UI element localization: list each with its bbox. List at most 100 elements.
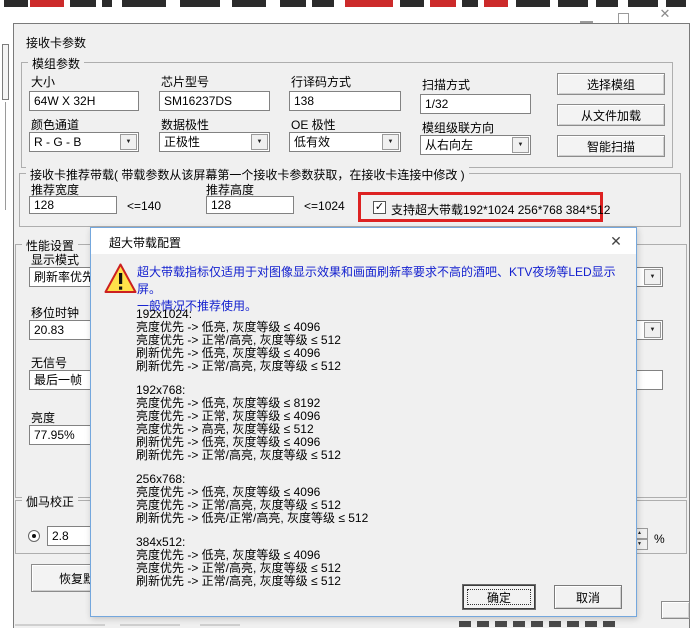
cancel-button[interactable]: 取消 bbox=[554, 585, 622, 609]
recommended-width-limit: <=140 bbox=[127, 199, 161, 213]
shift-clock-value: 20.83 bbox=[34, 323, 64, 337]
menu-fragment-red bbox=[484, 0, 508, 7]
clipped-toolbar-icon bbox=[495, 621, 507, 627]
clipped-bottom-line bbox=[15, 624, 105, 626]
field-label-data-polarity: 数据极性 bbox=[161, 116, 209, 133]
shift-clock-label: 移位时钟 bbox=[31, 304, 79, 321]
field-label-row-decode: 行译码方式 bbox=[291, 73, 351, 90]
clipped-toolbar-icon bbox=[531, 621, 543, 627]
page-title: 接收卡参数 bbox=[26, 34, 86, 51]
clipped-toolbar-icon bbox=[513, 621, 525, 627]
brightness-label: 亮度 bbox=[31, 409, 55, 426]
overload-config-dialog: 超大带载配置 ✕ 超大带载指标仅适用于对图像显示效果和画面刷新率要求不高的酒吧、… bbox=[90, 227, 637, 617]
spec-line: 刷新优先 -> 低亮/正常/高亮, 灰度等级 ≤ 512 bbox=[136, 512, 368, 525]
dropdown-arrow-icon[interactable]: ▼ bbox=[120, 134, 137, 150]
size-input[interactable]: 64W X 32H bbox=[29, 91, 139, 111]
field-label-oe-polarity: OE 极性 bbox=[291, 116, 336, 133]
data-polarity-value: 正极性 bbox=[164, 135, 200, 149]
menu-fragment bbox=[516, 0, 550, 7]
module-params-title: 模组参数 bbox=[28, 55, 84, 72]
spec-line: 刷新优先 -> 正常/高亮, 灰度等级 ≤ 512 bbox=[136, 449, 368, 462]
recommended-height-limit: <=1024 bbox=[304, 199, 345, 213]
oe-polarity-select[interactable]: 低有效 ▼ bbox=[289, 132, 401, 152]
clipped-toolbar-icon bbox=[567, 621, 579, 627]
menu-fragment bbox=[180, 0, 220, 7]
spec-line: 刷新优先 -> 正常/高亮, 灰度等级 ≤ 512 bbox=[136, 575, 368, 588]
gamma-radio[interactable] bbox=[28, 530, 40, 542]
menu-fragment-red bbox=[30, 0, 64, 7]
clipped-toolbar-icon bbox=[603, 621, 615, 627]
overload-checkbox[interactable]: ✓ bbox=[373, 201, 386, 214]
overload-spec-list: 192x1024: 亮度优先 -> 低亮, 灰度等级 ≤ 4096 亮度优先 -… bbox=[136, 308, 368, 599]
clipped-toolbar-icon bbox=[549, 621, 561, 627]
parent-titlebar: ✕ bbox=[0, 7, 692, 23]
overload-checkbox-label[interactable]: 支持超大带载192*1024 256*768 384*512 bbox=[391, 201, 610, 218]
clipped-toolbar-icon bbox=[459, 621, 471, 627]
gamma-value-input[interactable]: 2.8 bbox=[47, 526, 93, 546]
clipped-toolbar-icon bbox=[585, 621, 597, 627]
oe-polarity-value: 低有效 bbox=[294, 135, 330, 149]
menu-fragment bbox=[280, 0, 306, 7]
clipped-toolbar-icon bbox=[477, 621, 489, 627]
field-label-color-channel: 颜色通道 bbox=[31, 116, 79, 133]
field-label-chip: 芯片型号 bbox=[161, 73, 209, 90]
field-label-cascade-direction: 模组级联方向 bbox=[422, 119, 494, 136]
menu-fragment bbox=[70, 0, 96, 7]
spec-section-192x768: 192x768: 亮度优先 -> 低亮, 灰度等级 ≤ 8192 亮度优先 ->… bbox=[136, 384, 368, 462]
dropdown-arrow-icon[interactable]: ▼ bbox=[644, 322, 661, 338]
spec-line: 刷新优先 -> 正常/高亮, 灰度等级 ≤ 512 bbox=[136, 360, 368, 373]
cascade-direction-value: 从右向左 bbox=[425, 138, 473, 152]
menu-fragment bbox=[122, 0, 166, 7]
clipped-left-tab bbox=[2, 44, 9, 100]
row-decode-input[interactable]: 138 bbox=[289, 91, 401, 111]
data-polarity-select[interactable]: 正极性 ▼ bbox=[159, 132, 270, 152]
menu-fragment-red bbox=[345, 0, 393, 7]
smart-scan-button[interactable]: 智能扫描 bbox=[557, 135, 665, 157]
spec-section-192x1024: 192x1024: 亮度优先 -> 低亮, 灰度等级 ≤ 4096 亮度优先 -… bbox=[136, 308, 368, 373]
warning-line-1: 超大带载指标仅适用于对图像显示效果和画面刷新率要求不高的酒吧、KTV夜场等LED… bbox=[137, 264, 627, 298]
load-from-file-button[interactable]: 从文件加载 bbox=[557, 104, 665, 126]
warning-icon bbox=[104, 263, 137, 294]
cascade-direction-select[interactable]: 从右向左 ▼ bbox=[420, 135, 531, 155]
dialog-titlebar: 超大带载配置 ✕ bbox=[91, 228, 636, 254]
spec-section-384x512: 384x512: 亮度优先 -> 低亮, 灰度等级 ≤ 4096 亮度优先 ->… bbox=[136, 536, 368, 588]
menu-fragment bbox=[400, 0, 424, 7]
menu-fragment bbox=[558, 0, 588, 7]
clipped-left-line bbox=[5, 102, 6, 210]
percent-suffix: % bbox=[654, 532, 665, 546]
field-label-scan: 扫描方式 bbox=[422, 76, 470, 93]
clipped-bottom-right-button[interactable] bbox=[661, 601, 690, 619]
select-module-button[interactable]: 选择模组 bbox=[557, 73, 665, 95]
check-icon: ✓ bbox=[375, 201, 384, 213]
menu-fragment bbox=[596, 0, 618, 7]
scan-mode-input[interactable]: 1/32 bbox=[420, 94, 531, 114]
field-label-size: 大小 bbox=[31, 73, 55, 90]
close-icon[interactable]: ✕ bbox=[652, 7, 678, 23]
menu-fragment-red bbox=[430, 0, 456, 7]
dropdown-arrow-icon[interactable]: ▼ bbox=[644, 269, 661, 285]
menu-fragment bbox=[628, 0, 658, 7]
menu-fragment bbox=[462, 0, 478, 7]
gamma-title: 伽马校正 bbox=[22, 493, 78, 510]
recommended-height-input[interactable]: 128 bbox=[206, 196, 294, 214]
clipped-bottom-line bbox=[120, 624, 180, 626]
display-mode-value: 刷新率优先 bbox=[34, 270, 94, 284]
dropdown-arrow-icon[interactable]: ▼ bbox=[512, 137, 529, 153]
color-channel-value: R - G - B bbox=[34, 135, 81, 149]
chip-model-input[interactable]: SM16237DS bbox=[159, 91, 270, 111]
display-mode-label: 显示模式 bbox=[31, 251, 79, 268]
spec-section-256x768: 256x768: 亮度优先 -> 低亮, 灰度等级 ≤ 4096 亮度优先 ->… bbox=[136, 473, 368, 525]
ok-button[interactable]: 确定 bbox=[463, 585, 535, 609]
menu-fragment bbox=[232, 0, 266, 7]
dropdown-arrow-icon[interactable]: ▼ bbox=[382, 134, 399, 150]
screen: ✕ 接收卡参数 模组参数 大小 芯片型号 行译码方式 扫描方式 64W X 32… bbox=[0, 0, 692, 628]
dialog-close-icon[interactable]: ✕ bbox=[606, 232, 626, 250]
recommended-width-input[interactable]: 128 bbox=[29, 196, 117, 214]
menu-fragment bbox=[4, 0, 28, 7]
dropdown-arrow-icon[interactable]: ▼ bbox=[251, 134, 268, 150]
menu-fragment bbox=[102, 0, 112, 7]
dialog-title: 超大带载配置 bbox=[109, 234, 181, 251]
clipped-bottom-line bbox=[200, 624, 240, 626]
color-channel-select[interactable]: R - G - B ▼ bbox=[29, 132, 139, 152]
menu-fragment bbox=[312, 0, 334, 7]
